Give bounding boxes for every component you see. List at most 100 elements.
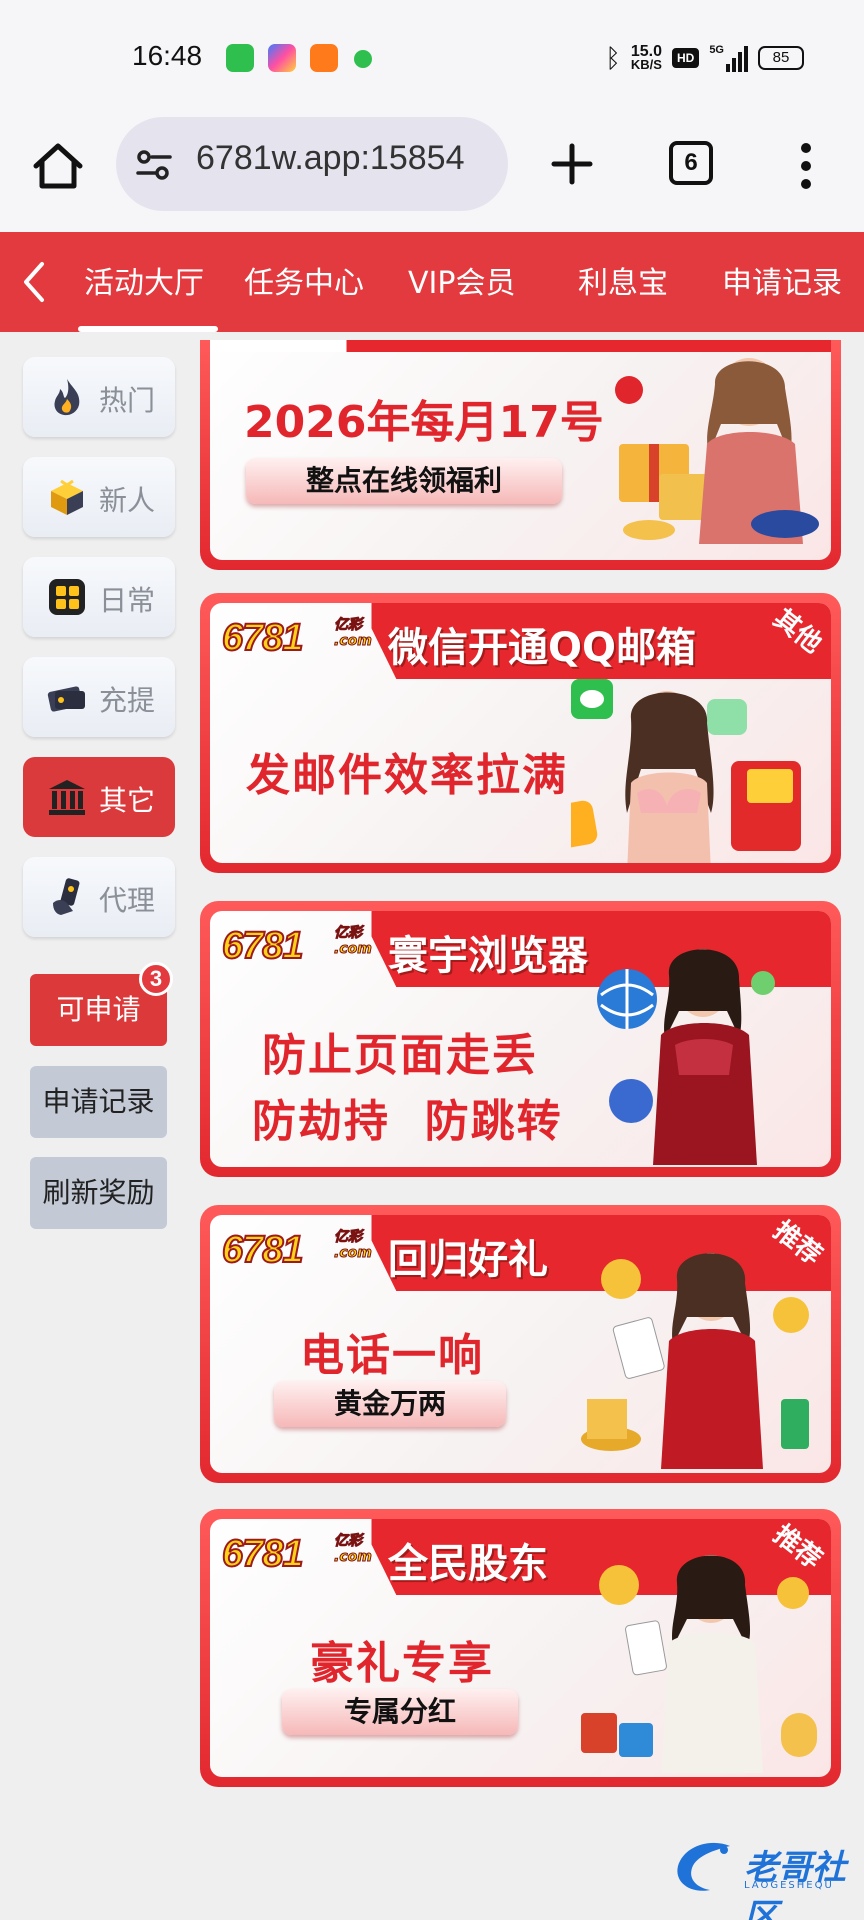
apply-button[interactable]: 可申请 3 (30, 962, 173, 1046)
url-text[interactable]: 6781w.app:15854 (196, 139, 464, 178)
banner-cta: 黄金万两 (274, 1381, 506, 1427)
book-app-icon (310, 44, 338, 72)
brand-logo-sub-1: 亿彩 (334, 925, 363, 942)
brand-logo-sub-2: .com (334, 1245, 373, 1262)
banner-title: 寰宇浏览器 (388, 933, 588, 979)
sidebar-item-deposit-withdraw[interactable]: 充提 (23, 657, 175, 737)
banner-headline: 发邮件效率拉满 (246, 750, 568, 801)
brand-logo: 6781 (221, 616, 305, 660)
sidebar-item-label: 其它 (99, 784, 156, 817)
model-globe-illustration (597, 949, 775, 1165)
banner-headline-2: 防劫持 防跳转 (252, 1096, 563, 1147)
tab-vip[interactable]: VIP会员 (408, 258, 515, 302)
sidebar-item-other[interactable]: 其它 (23, 757, 175, 837)
banner-body: 6781 亿彩 .com 回归好礼 推荐 电话一响 黄金万两 (210, 1215, 831, 1473)
tab-activity-hall[interactable]: 活动大厅 (84, 258, 204, 302)
signal-bar-3 (738, 52, 742, 72)
phone-app-icon (226, 44, 254, 72)
sidebar-item-label: 新人 (99, 484, 156, 517)
banner-headline: 2026年每月17号 (244, 397, 604, 448)
tab-apply-records[interactable]: 申请记录 (722, 258, 842, 302)
star-app-icon (268, 44, 296, 72)
brand-logo-sub: 亿彩 .com (334, 617, 373, 650)
sidebar-item-label: 代理 (99, 884, 156, 917)
chat-app-icon (354, 50, 372, 68)
apply-button-label: 可申请 (56, 993, 141, 1026)
promo-banner-return-gift[interactable]: 6781 亿彩 .com 回归好礼 推荐 电话一响 黄金万两 (200, 1205, 841, 1483)
brand-logo: 6781 (221, 924, 305, 968)
new-tab-icon[interactable] (548, 140, 596, 188)
brand-logo: 6781 (221, 1228, 305, 1272)
category-tab-bar: 活动大厅 任务中心 VIP会员 利息宝 申请记录 (0, 232, 864, 332)
tab-switcher-button[interactable]: 6 (669, 141, 713, 185)
apply-count-badge: 3 (139, 962, 173, 996)
site-settings-icon[interactable] (134, 145, 174, 185)
apply-records-button[interactable]: 申请记录 (30, 1066, 167, 1138)
brand-logo-sub-2: .com (334, 1549, 373, 1566)
back-chevron-icon[interactable] (18, 260, 48, 304)
status-bar: 16:48 ᛒ 15.0 KB/S HD 5G 85 (0, 0, 864, 110)
gift-box-icon (51, 479, 83, 515)
screen: 16:48 ᛒ 15.0 KB/S HD 5G 85 6781w.app:158… (0, 0, 864, 1920)
banner-title: 全民股东 (388, 1541, 548, 1587)
brand-logo-sub-1: 亿彩 (334, 1533, 363, 1550)
banner-title: 微信开通QQ邮箱 (388, 625, 697, 671)
bluetooth-icon: ᛒ (605, 42, 621, 73)
bank-icon (49, 780, 85, 815)
promo-banner-browser[interactable]: 6781 亿彩 .com 寰宇浏览器 防止页面走丢 防劫持 防跳转 (200, 901, 841, 1177)
community-watermark: 老哥社区 LAOGESHEQU (668, 1834, 858, 1920)
address-bar[interactable]: 6781w.app:15854 (116, 117, 508, 211)
model-chips-illustration (581, 1555, 817, 1773)
promo-banner-monthly[interactable]: 2026年每月17号 整点在线领福利 (200, 340, 841, 570)
sidebar-item-hot[interactable]: 热门 (23, 357, 175, 437)
model-gift-illustration (615, 358, 819, 544)
signal-bar-4 (744, 46, 748, 72)
active-tab-indicator (78, 326, 218, 332)
banner-headline: 豪礼专享 (310, 1638, 494, 1689)
sidebar-item-label: 充提 (99, 684, 156, 717)
banner-headline: 电话一响 (300, 1330, 484, 1381)
refresh-rewards-button[interactable]: 刷新奖励 (30, 1157, 167, 1229)
hd-badge: HD (671, 48, 700, 68)
dragon-logo-icon (677, 1842, 730, 1891)
status-indicators: ᛒ 15.0 KB/S HD 5G 85 (605, 40, 804, 76)
wallet-icon (47, 686, 85, 712)
tab-task-center[interactable]: 任务中心 (244, 258, 364, 302)
status-time: 16:48 (132, 40, 203, 71)
net-speed-unit: KB/S (630, 57, 662, 72)
banner-cta: 整点在线领福利 (246, 458, 562, 504)
signal-bar-1 (726, 64, 730, 72)
brand-logo: 6781 (221, 1532, 305, 1576)
flame-icon (54, 379, 80, 416)
brand-logo-sub-1: 亿彩 (334, 1229, 363, 1246)
sidebar-item-newbie[interactable]: 新人 (23, 457, 175, 537)
brand-logo-sub-2: .com (334, 633, 373, 650)
brand-logo-sub: 亿彩 .com (334, 1229, 373, 1262)
brand-logo-sub: 亿彩 .com (334, 1533, 373, 1566)
banner-body: 6781 亿彩 .com 微信开通QQ邮箱 其他 发邮件效率拉满 (210, 603, 831, 863)
promo-banner-wechat-qq[interactable]: 6781 亿彩 .com 微信开通QQ邮箱 其他 发邮件效率拉满 (200, 593, 841, 873)
more-menu-icon[interactable] (788, 138, 824, 194)
watermark-subtext: LAOGESHEQU (744, 1880, 834, 1891)
tab-interest[interactable]: 利息宝 (578, 258, 668, 302)
sidebar-item-label: 日常 (99, 584, 156, 617)
sidebar-item-daily[interactable]: 日常 (23, 557, 175, 637)
browser-toolbar: 6781w.app:15854 6 (0, 110, 864, 232)
banner-cta: 专属分红 (282, 1689, 518, 1735)
model-mail-illustration (571, 679, 801, 863)
brand-logo-sub-1: 亿彩 (334, 617, 363, 634)
banner-body: 2026年每月17号 整点在线领福利 (210, 340, 831, 560)
battery-icon: 85 (758, 46, 804, 70)
phone-hand-icon (53, 878, 80, 915)
net-speed: 15.0 KB/S (630, 44, 662, 72)
signal-label: 5G (709, 44, 724, 56)
sidebar-item-agent[interactable]: 代理 (23, 857, 175, 937)
promo-banner-shareholder[interactable]: 6781 亿彩 .com 全民股东 推荐 豪礼专享 专属分红 (200, 1509, 841, 1787)
banner-title: 回归好礼 (388, 1237, 548, 1283)
brand-logo-sub: 亿彩 .com (334, 925, 373, 958)
banner-body: 6781 亿彩 .com 全民股东 推荐 豪礼专享 专属分红 (210, 1519, 831, 1777)
sidebar-item-label: 热门 (99, 384, 156, 417)
signal-icon: 5G (709, 44, 748, 72)
home-icon[interactable] (30, 138, 86, 194)
signal-bar-2 (732, 58, 736, 72)
